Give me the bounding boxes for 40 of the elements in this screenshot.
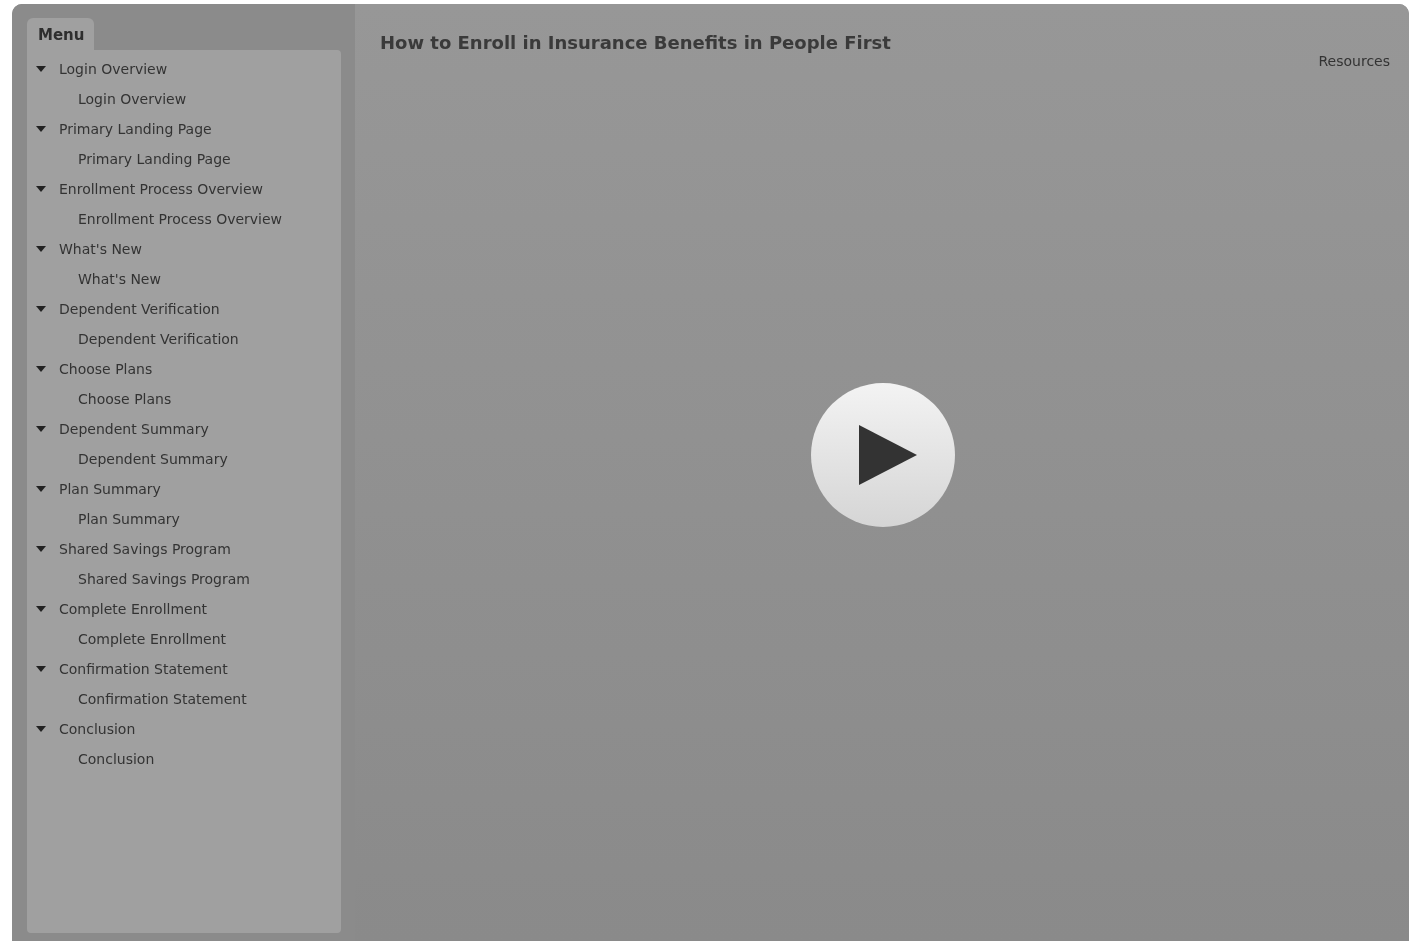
- menu-section[interactable]: Shared Savings Program: [59, 541, 231, 557]
- menu-item[interactable]: Dependent Summary: [78, 451, 228, 467]
- menu-section[interactable]: Choose Plans: [59, 361, 153, 377]
- caret-icon[interactable]: [36, 726, 46, 732]
- menu-item[interactable]: Enrollment Process Overview: [78, 211, 283, 227]
- caret-icon[interactable]: [36, 246, 46, 252]
- caret-icon[interactable]: [36, 426, 46, 432]
- caret-icon[interactable]: [36, 606, 46, 612]
- caret-icon[interactable]: [36, 306, 46, 312]
- caret-icon[interactable]: [36, 66, 46, 72]
- menu-item[interactable]: Primary Landing Page: [78, 151, 231, 167]
- menu-item[interactable]: Confirmation Statement: [78, 691, 247, 707]
- menu-item[interactable]: Complete Enrollment: [78, 631, 227, 647]
- menu-item[interactable]: Plan Summary: [78, 511, 180, 527]
- menu-item[interactable]: Conclusion: [78, 751, 155, 767]
- caret-icon[interactable]: [36, 186, 46, 192]
- menu-item[interactable]: What's New: [78, 271, 161, 287]
- menu-section[interactable]: Dependent Verification: [59, 301, 220, 317]
- menu-section[interactable]: Confirmation Statement: [59, 661, 228, 677]
- menu-section[interactable]: Dependent Summary: [59, 421, 209, 437]
- menu-section[interactable]: Complete Enrollment: [59, 601, 208, 617]
- menu-section[interactable]: Enrollment Process Overview: [59, 181, 264, 197]
- menu-item[interactable]: Dependent Verification: [78, 331, 239, 347]
- menu-section[interactable]: Login Overview: [59, 61, 168, 77]
- menu-section[interactable]: Primary Landing Page: [59, 121, 212, 137]
- resources-link[interactable]: Resources: [1318, 53, 1390, 69]
- lesson-title: How to Enroll in Insurance Benefits in People First: [380, 32, 891, 55]
- menu-tab[interactable]: Menu: [27, 18, 95, 50]
- menu-item[interactable]: Shared Savings Program: [78, 571, 250, 587]
- caret-icon[interactable]: [36, 666, 46, 672]
- caret-icon[interactable]: [36, 366, 46, 372]
- play-icon: [856, 424, 919, 486]
- menu-item[interactable]: Login Overview: [78, 91, 187, 107]
- menu-section[interactable]: Conclusion: [59, 721, 136, 737]
- caret-icon[interactable]: [36, 486, 46, 492]
- menu-item[interactable]: Choose Plans: [78, 391, 172, 407]
- menu-section[interactable]: Plan Summary: [59, 481, 161, 497]
- caret-icon[interactable]: [36, 546, 46, 552]
- caret-icon[interactable]: [36, 126, 46, 132]
- menu-section[interactable]: What's New: [59, 241, 142, 257]
